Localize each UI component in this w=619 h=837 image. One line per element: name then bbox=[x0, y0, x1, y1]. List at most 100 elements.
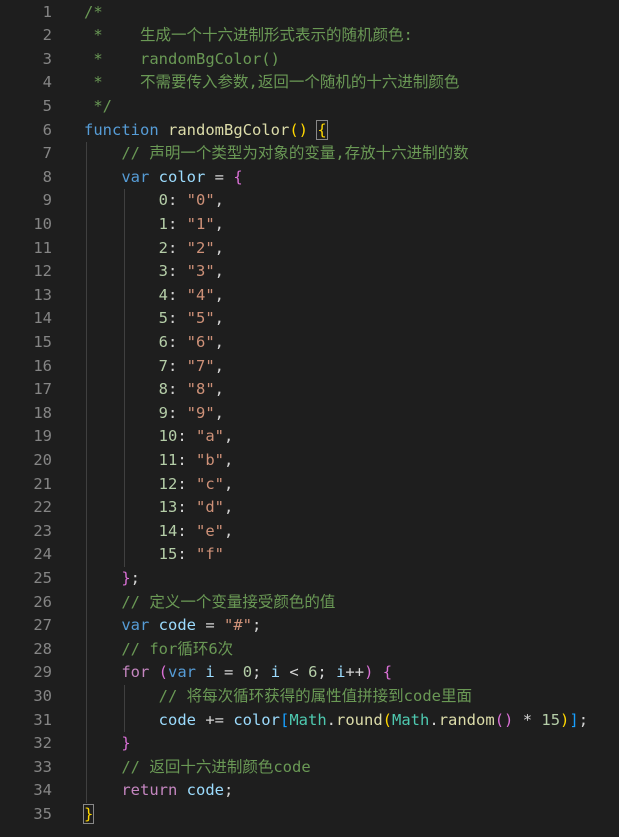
code-token: = bbox=[214, 663, 243, 682]
code-line[interactable]: 12 3: "3", bbox=[0, 260, 619, 284]
code-token: 4 bbox=[158, 285, 168, 304]
line-number: 10 bbox=[33, 215, 52, 233]
code-line[interactable]: 25 }; bbox=[0, 567, 619, 591]
code-line[interactable]: 3 * randomBgColor() bbox=[0, 48, 619, 72]
code-line[interactable]: 27 var code = "#"; bbox=[0, 614, 619, 638]
code-token: // for循环6次 bbox=[84, 639, 234, 658]
code-token: : bbox=[168, 356, 187, 375]
code-token: , bbox=[214, 215, 225, 233]
code-editor[interactable]: 1/* 2 * 生成一个十六进制形式表示的随机颜色: 3 * randomBgCol… bbox=[0, 0, 619, 837]
code-token: var bbox=[121, 167, 150, 186]
code-token: : bbox=[177, 427, 196, 446]
code-text: 1: "1", bbox=[84, 213, 224, 237]
code-line[interactable]: 26 // 定义一个变量接受颜色的值 bbox=[0, 591, 619, 615]
code-line[interactable]: 28 // for循环6次 bbox=[0, 638, 619, 662]
code-token: 8 bbox=[158, 380, 168, 399]
code-token: code bbox=[158, 710, 196, 729]
line-number: 35 bbox=[33, 805, 52, 823]
line-number: 6 bbox=[42, 120, 52, 139]
code-line[interactable]: 14 5: "5", bbox=[0, 307, 619, 331]
code-token: 0 bbox=[158, 191, 168, 210]
code-token: random bbox=[438, 710, 495, 729]
code-token: 6 bbox=[158, 333, 168, 351]
line-number: 32 bbox=[33, 734, 52, 753]
code-token: , bbox=[214, 356, 225, 375]
code-text: 6: "6", bbox=[84, 331, 224, 355]
code-token: ; bbox=[317, 663, 337, 682]
code-line[interactable]: 2 * 生成一个十六进制形式表示的随机颜色: bbox=[0, 24, 619, 48]
code-token: , bbox=[224, 521, 234, 540]
code-text: var color = { bbox=[84, 166, 242, 190]
code-line[interactable]: 23 14: "e", bbox=[0, 520, 619, 544]
code-token: ; bbox=[252, 616, 262, 635]
code-line[interactable]: 30 // 将每次循环获得的属性值拼接到code里面 bbox=[0, 685, 619, 709]
code-line[interactable]: 31 code += color[Math.round(Math.random(… bbox=[0, 709, 619, 733]
code-token: ( bbox=[158, 663, 169, 682]
code-line[interactable]: 7 // 声明一个类型为对象的变量,存放十六进制的数 bbox=[0, 142, 619, 166]
code-token: , bbox=[214, 309, 225, 328]
code-line[interactable]: 22 13: "d", bbox=[0, 496, 619, 520]
code-line[interactable]: 19 10: "a", bbox=[0, 425, 619, 449]
code-line[interactable]: 21 12: "c", bbox=[0, 473, 619, 497]
line-number: 11 bbox=[33, 238, 52, 257]
code-line[interactable]: 9 0: "0", bbox=[0, 189, 619, 213]
code-token: 6 bbox=[308, 663, 318, 682]
code-token: , bbox=[214, 403, 225, 422]
code-token: : bbox=[168, 403, 187, 422]
code-line[interactable]: 5 */ bbox=[0, 95, 619, 119]
code-token: i bbox=[270, 663, 281, 682]
code-line[interactable]: 15 6: "6", bbox=[0, 331, 619, 355]
code-token: , bbox=[214, 262, 225, 281]
code-line[interactable]: 18 9: "9", bbox=[0, 402, 619, 426]
code-token: ++ bbox=[345, 663, 365, 682]
code-line[interactable]: 34 return code; bbox=[0, 779, 619, 803]
line-number: 31 bbox=[33, 710, 52, 729]
line-number: 26 bbox=[33, 592, 52, 611]
code-token: color bbox=[233, 710, 280, 729]
code-line[interactable]: 11 2: "2", bbox=[0, 237, 619, 261]
code-line[interactable]: 8 var color = { bbox=[0, 166, 619, 190]
line-number: 19 bbox=[33, 427, 52, 446]
code-token: , bbox=[214, 285, 225, 304]
code-line[interactable]: 32 } bbox=[0, 732, 619, 756]
code-line[interactable]: 29 for (var i = 0; i < 6; i++) { bbox=[0, 661, 619, 685]
line-number: 30 bbox=[33, 687, 52, 705]
code-line[interactable]: 17 8: "8", bbox=[0, 378, 619, 402]
code-token: : bbox=[177, 451, 196, 469]
code-token: { bbox=[382, 663, 393, 682]
code-token: code bbox=[158, 616, 196, 635]
code-token: , bbox=[224, 474, 234, 493]
code-token: "7" bbox=[186, 356, 215, 375]
code-token: "3" bbox=[186, 262, 215, 281]
code-line[interactable]: 24 15: "f" bbox=[0, 543, 619, 567]
code-token: 9 bbox=[158, 403, 168, 422]
line-number: 34 bbox=[33, 781, 52, 800]
code-line[interactable]: 16 7: "7", bbox=[0, 355, 619, 379]
line-number: 12 bbox=[33, 262, 52, 281]
code-text: }; bbox=[84, 567, 140, 591]
code-line[interactable]: 10 1: "1", bbox=[0, 213, 619, 237]
code-token: ] bbox=[569, 710, 579, 729]
code-line[interactable]: 33 // 返回十六进制颜色code bbox=[0, 756, 619, 780]
code-text: } bbox=[82, 803, 95, 827]
code-token: "6" bbox=[186, 333, 215, 351]
code-token: */ bbox=[84, 97, 112, 115]
code-line[interactable]: 13 4: "4", bbox=[0, 284, 619, 308]
code-line[interactable]: 4 * 不需要传入参数,返回一个随机的十六进制颜色 bbox=[0, 71, 619, 95]
code-line[interactable]: 1 /* bbox=[0, 1, 619, 25]
code-line[interactable]: 35} bbox=[0, 803, 619, 827]
code-token: randomBgColor bbox=[168, 120, 290, 139]
code-text: 3: "3", bbox=[84, 260, 224, 284]
code-line[interactable]: 6 function randomBgColor() { bbox=[0, 119, 619, 143]
line-number: 17 bbox=[33, 380, 52, 399]
code-line[interactable]: 20 11: "b", bbox=[0, 449, 619, 473]
